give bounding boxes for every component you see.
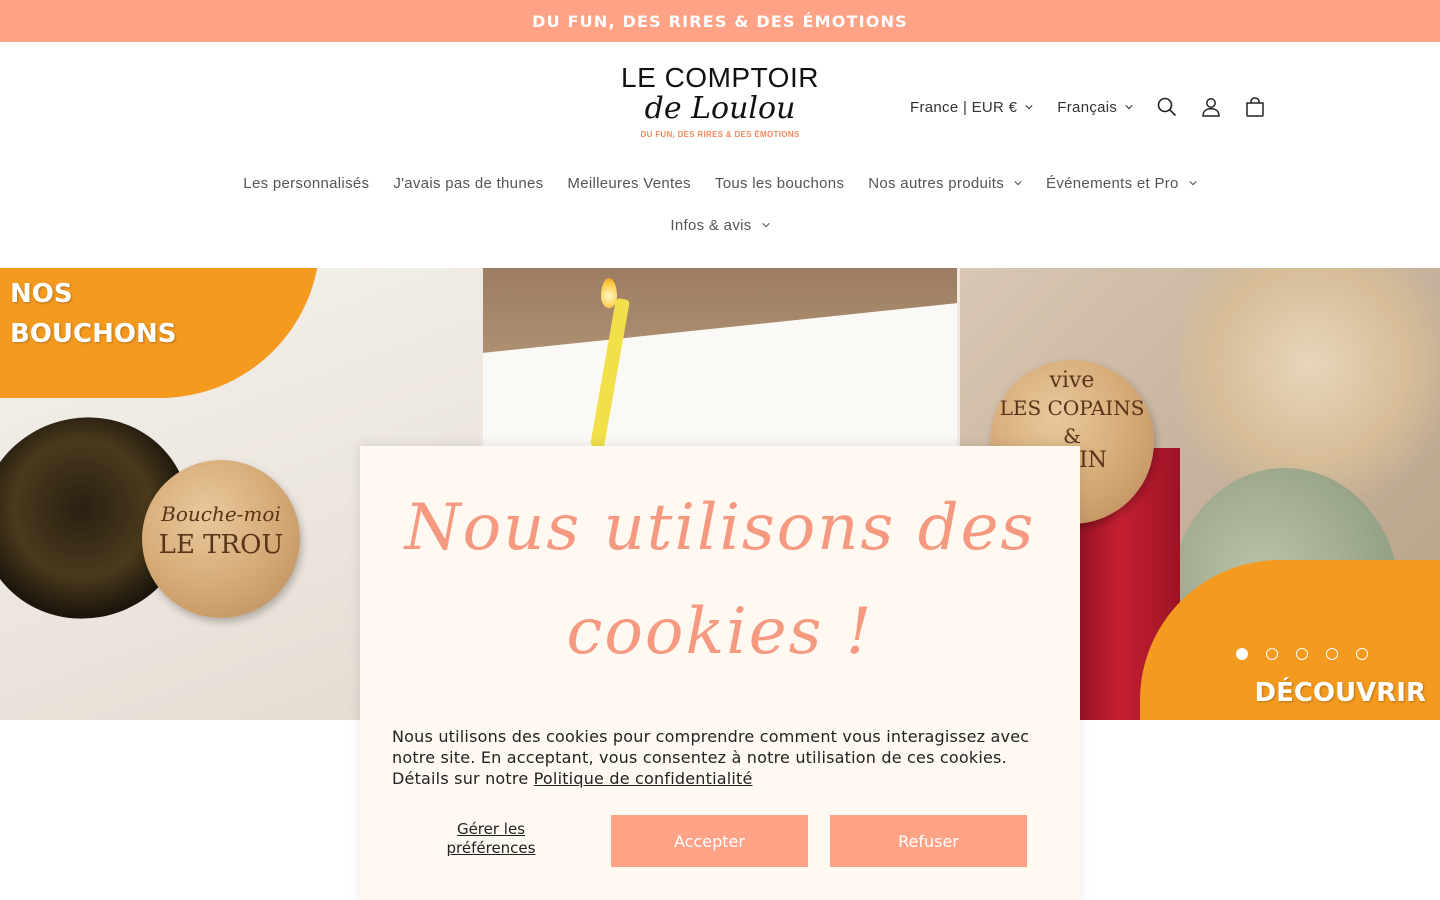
nav-row-2: Infos & avis (0, 204, 1440, 246)
slide-dot-2[interactable] (1266, 648, 1278, 660)
announcement-text: DU FUN, DES RIRES & DES ÉMOTIONS (532, 11, 908, 31)
chevron-down-icon (1125, 105, 1133, 110)
cookie-title: Nous utilisons des cookies ! (404, 491, 1036, 669)
cart-button[interactable] (1233, 85, 1277, 129)
slideshow-dots (1236, 648, 1368, 660)
announcement-bar: DU FUN, DES RIRES & DES ÉMOTIONS (0, 0, 1440, 42)
account-button[interactable] (1189, 85, 1233, 129)
nav-row-1: Les personnalisés J'avais pas de thunes … (0, 162, 1440, 204)
language-selector-label: Français (1057, 98, 1118, 116)
cork-engraving: Bouche-moi (161, 502, 281, 526)
nav-item-meilleures-ventes[interactable]: Meilleures Ventes (555, 162, 703, 204)
site-logo[interactable]: LE COMPTOIR de Loulou DU FUN, DES RIRES … (600, 62, 840, 152)
nav-item-personnalises[interactable]: Les personnalisés (231, 162, 381, 204)
slide-dot-5[interactable] (1356, 648, 1368, 660)
nav-item-autres-produits[interactable]: Nos autres produits (856, 162, 1034, 204)
search-icon (1157, 97, 1177, 117)
nav-item-pas-de-thunes[interactable]: J'avais pas de thunes (381, 162, 555, 204)
nav-item-infos-avis[interactable]: Infos & avis (658, 204, 781, 246)
banner-cta[interactable]: DÉCOUVRIR (1255, 678, 1426, 708)
slide-dot-4[interactable] (1326, 648, 1338, 660)
banner-title-line: BOUCHONS (10, 319, 177, 349)
flame-image (601, 278, 617, 308)
slide-dot-1[interactable] (1236, 648, 1248, 660)
cork-image: Bouche-moi LE TROU (142, 460, 300, 618)
account-icon (1202, 98, 1220, 117)
country-selector-label: France | EUR € (910, 98, 1018, 116)
slide-dot-3[interactable] (1296, 648, 1308, 660)
cork-engraving: LES COPAINS (999, 396, 1145, 420)
chevron-down-icon (1189, 181, 1197, 186)
chevron-down-icon (1014, 181, 1022, 186)
logo-line1: LE COMPTOIR (621, 62, 819, 93)
logo-tagline: DU FUN, DES RIRES & DES ÉMOTIONS (640, 130, 800, 139)
header-actions: France | EUR € Français (898, 92, 1277, 122)
chevron-down-icon (761, 223, 770, 228)
nav-item-label: Infos & avis (670, 216, 752, 234)
nav-item-label: Événements et Pro (1046, 174, 1179, 192)
nav-item-label: Tous les bouchons (714, 174, 845, 192)
banner-title: NOS BOUCHONS (10, 274, 176, 354)
cart-icon (1246, 97, 1264, 117)
logo-line2: de Loulou (644, 91, 796, 126)
nav-item-label: Les personnalisés (243, 174, 370, 192)
refuse-button[interactable]: Refuser (830, 815, 1027, 867)
manage-preferences-button[interactable]: Gérer les préférences (416, 820, 566, 858)
privacy-policy-link[interactable]: Politique de confidentialité (534, 769, 753, 788)
site-header: LE COMPTOIR de Loulou DU FUN, DES RIRES … (0, 42, 1440, 268)
search-button[interactable] (1145, 85, 1189, 129)
chevron-down-icon (1025, 105, 1033, 110)
cookie-consent-dialog: Nous utilisons des cookies ! Nous utilis… (360, 446, 1080, 900)
nav-item-label: J'avais pas de thunes (393, 174, 544, 192)
country-selector[interactable]: France | EUR € (898, 99, 1045, 116)
nav-item-evenements-pro[interactable]: Événements et Pro (1034, 162, 1209, 204)
cork-engraving: & (1063, 424, 1081, 448)
banner-title-line: NOS (10, 279, 73, 309)
accept-button[interactable]: Accepter (611, 815, 808, 867)
cork-engraving: LE TROU (158, 530, 284, 560)
nav-item-label: Meilleures Ventes (567, 174, 691, 192)
nav-item-label: Nos autres produits (868, 174, 1005, 192)
language-selector[interactable]: Français (1045, 99, 1145, 116)
main-navigation: Les personnalisés J'avais pas de thunes … (0, 162, 1440, 246)
nav-item-tous-les-bouchons[interactable]: Tous les bouchons (703, 162, 856, 204)
cookie-message: Nous utilisons des cookies pour comprend… (392, 726, 1052, 789)
cork-engraving: vive (1049, 368, 1095, 393)
